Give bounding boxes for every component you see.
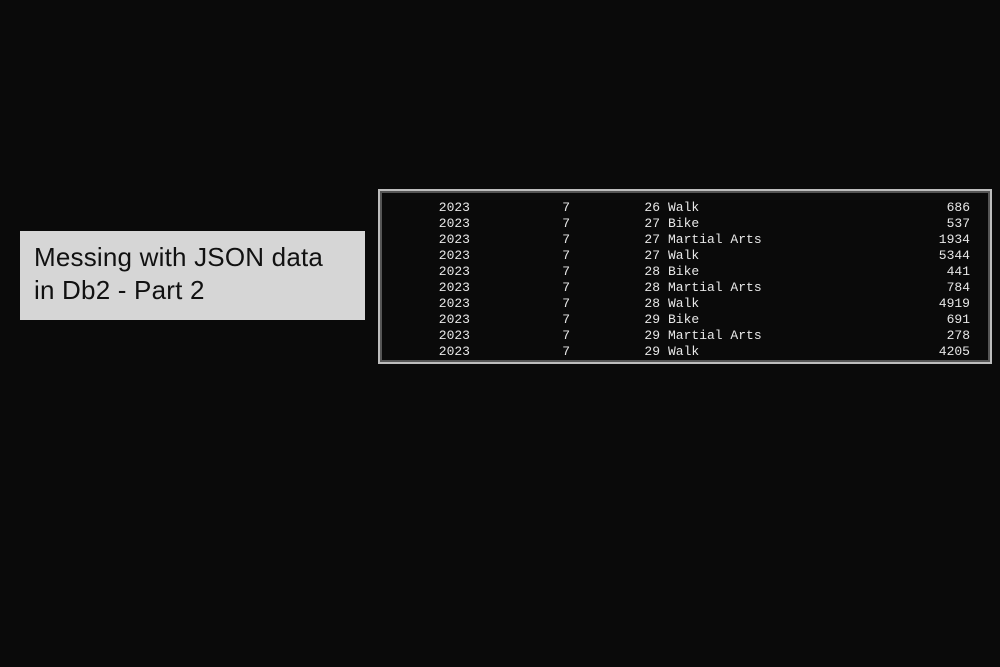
cell-year: 2023 [390,344,470,360]
table-row: 2023726 Walk686 [390,200,980,216]
cell-day: 27 [570,216,660,232]
cell-gap [660,232,668,248]
cell-month: 7 [470,248,570,264]
cell-gap [660,264,668,280]
cell-activity: Walk [668,344,808,360]
cell-value: 4205 [808,344,970,360]
title-line-1: Messing with JSON data [34,242,323,272]
cell-value: 1934 [808,232,970,248]
cell-month: 7 [470,344,570,360]
cell-year: 2023 [390,280,470,296]
cell-month: 7 [470,280,570,296]
cell-year: 2023 [390,328,470,344]
cell-year: 2023 [390,200,470,216]
cell-activity: Martial Arts [668,232,808,248]
title-box: Messing with JSON data in Db2 - Part 2 [20,231,365,320]
table-row: 2023728 Martial Arts784 [390,280,980,296]
cell-day: 28 [570,280,660,296]
cell-day: 29 [570,344,660,360]
cell-value: 784 [808,280,970,296]
cell-gap [660,344,668,360]
cell-activity: Martial Arts [668,280,808,296]
cell-value: 441 [808,264,970,280]
table-row: 2023728 Walk4919 [390,296,980,312]
cell-month: 7 [470,232,570,248]
cell-month: 7 [470,328,570,344]
table-row: 2023727 Martial Arts1934 [390,232,980,248]
cell-year: 2023 [390,232,470,248]
cell-day: 26 [570,200,660,216]
cell-month: 7 [470,216,570,232]
table-row: 2023727 Bike537 [390,216,980,232]
table-row: 2023729 Martial Arts278 [390,328,980,344]
cell-year: 2023 [390,248,470,264]
table-row: 2023728 Bike441 [390,264,980,280]
cell-year: 2023 [390,264,470,280]
cell-value: 537 [808,216,970,232]
cell-gap [660,312,668,328]
cell-day: 29 [570,328,660,344]
cell-month: 7 [470,312,570,328]
cell-activity: Bike [668,216,808,232]
cell-month: 7 [470,296,570,312]
cell-value: 5344 [808,248,970,264]
table-row: 2023729 Bike691 [390,312,980,328]
cell-year: 2023 [390,296,470,312]
cell-gap [660,280,668,296]
cell-gap [660,296,668,312]
cell-activity: Walk [668,200,808,216]
cell-activity: Walk [668,296,808,312]
cell-value: 686 [808,200,970,216]
cell-value: 278 [808,328,970,344]
table-row: 2023729 Walk4205 [390,344,980,360]
cell-gap [660,200,668,216]
cell-month: 7 [470,264,570,280]
cell-year: 2023 [390,216,470,232]
cell-day: 28 [570,264,660,280]
table-row: 2023727 Walk5344 [390,248,980,264]
cell-activity: Walk [668,248,808,264]
cell-activity: Martial Arts [668,328,808,344]
cell-value: 691 [808,312,970,328]
cell-month: 7 [470,200,570,216]
cell-day: 28 [570,296,660,312]
cell-gap [660,328,668,344]
cell-day: 27 [570,248,660,264]
slide-stage: Messing with JSON data in Db2 - Part 2 2… [0,0,1000,667]
title-line-2: in Db2 - Part 2 [34,275,205,305]
cell-gap [660,248,668,264]
cell-activity: Bike [668,312,808,328]
cell-gap [660,216,668,232]
cell-year: 2023 [390,312,470,328]
cell-day: 27 [570,232,660,248]
cell-day: 29 [570,312,660,328]
terminal-output: 2023726 Walk6862023727 Bike5372023727 Ma… [378,189,992,364]
cell-value: 4919 [808,296,970,312]
cell-activity: Bike [668,264,808,280]
